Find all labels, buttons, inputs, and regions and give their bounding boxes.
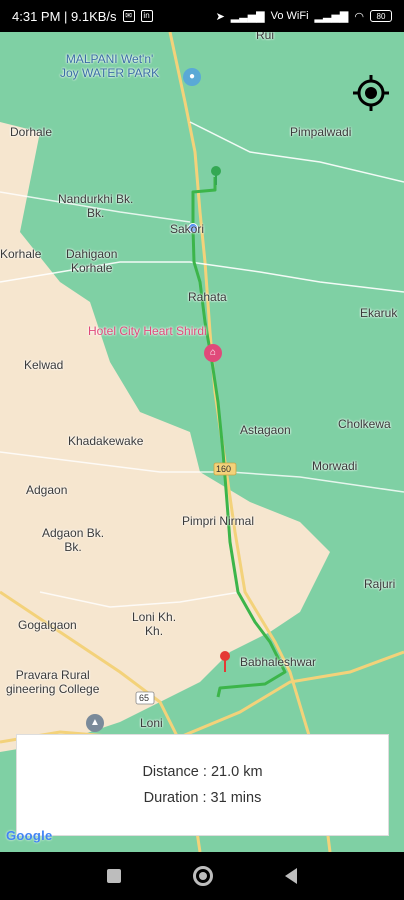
location-arrow-icon: ➤: [215, 10, 225, 23]
label-pravara: Pravara Rural gineering College: [6, 668, 100, 696]
label-loni-kh: Loni Kh. Kh.: [132, 610, 177, 638]
label-malpani: MALPANI Wet'n' Joy WATER PARK: [60, 52, 160, 80]
home-button[interactable]: [193, 866, 213, 886]
road-main-north: [168, 32, 332, 852]
label-rui: Rui: [256, 32, 275, 42]
status-right: ➤ ▂▃▅▇ Vo WiFi ▂▃▅▇ ◠ 80: [216, 10, 392, 23]
network-label: Vo WiFi: [270, 10, 309, 22]
linkedin-icon: in: [140, 10, 153, 22]
crosshair-icon: [353, 75, 389, 111]
signal-icon: ▂▃▅▇: [230, 10, 265, 23]
water-park-icon[interactable]: ●: [183, 68, 201, 86]
label-dorhale: Dorhale: [10, 125, 53, 139]
label-cholkewadi: Cholkewa: [338, 417, 391, 431]
status-left: 4:31 PM | 9.1KB/s ✉ in: [12, 9, 153, 24]
google-logo: Google: [6, 828, 53, 843]
battery-level: 80: [376, 11, 386, 21]
back-button[interactable]: [285, 868, 297, 884]
distance-text: Distance : 21.0 km: [142, 764, 263, 780]
label-pimpri: Pimpri Nirmal: [182, 514, 254, 528]
label-ekaruk: Ekaruk: [360, 306, 398, 320]
label-khadakewake: Khadakewake: [68, 434, 144, 448]
signal-icon-2: ▂▃▅▇: [314, 10, 349, 23]
my-location-button[interactable]: [352, 74, 392, 114]
label-dahigaon: Dahigaon Korhale: [66, 247, 118, 275]
label-kelwad: Kelwad: [24, 358, 64, 372]
status-bar: 4:31 PM | 9.1KB/s ✉ in ➤ ▂▃▅▇ Vo WiFi ▂▃…: [0, 0, 404, 32]
hotel-icon[interactable]: ⌂: [204, 344, 222, 362]
label-hotel: Hotel City Heart Shirdi: [88, 324, 207, 338]
label-adgaon-bk: Adgaon Bk. Bk.: [42, 526, 105, 554]
label-morwadi: Morwadi: [312, 459, 358, 473]
label-pimpalwadi: Pimpalwadi: [290, 125, 352, 139]
label-gogalgaon: Gogalgaon: [18, 618, 77, 632]
battery-icon: 80: [370, 10, 392, 22]
duration-text: Duration : 31 mins: [143, 790, 262, 806]
label-rahata: Rahata: [188, 290, 227, 304]
label-route-160: 160: [216, 464, 232, 474]
label-nandurkhi: Nandurkhi Bk. Bk.: [58, 192, 134, 220]
label-astagaon: Astagaon: [240, 423, 291, 437]
message-icon: ✉: [122, 10, 135, 22]
label-korhale: Korhale: [0, 247, 42, 261]
label-sakori: Sakori: [170, 222, 205, 236]
label-babhaleshwar: Babhaleshwar: [240, 655, 317, 669]
college-icon[interactable]: ▲: [86, 714, 104, 732]
navigation-bar: [0, 852, 404, 900]
map-canvas: [0, 32, 404, 852]
wifi-icon: ◠: [354, 10, 364, 23]
label-route-65: 65: [139, 693, 150, 703]
route-info-card: Distance : 21.0 km Duration : 31 mins: [16, 734, 389, 836]
status-time-speed: 4:31 PM | 9.1KB/s: [12, 8, 117, 24]
recents-button[interactable]: [107, 869, 121, 883]
label-adgaon: Adgaon: [26, 483, 68, 497]
label-loni: Loni: [140, 716, 163, 730]
map-view[interactable]: ⌂ ● ▲ Rui MALPANI Wet'n' Joy WATER PARK …: [0, 32, 404, 852]
label-rajuri: Rajuri: [364, 577, 396, 591]
